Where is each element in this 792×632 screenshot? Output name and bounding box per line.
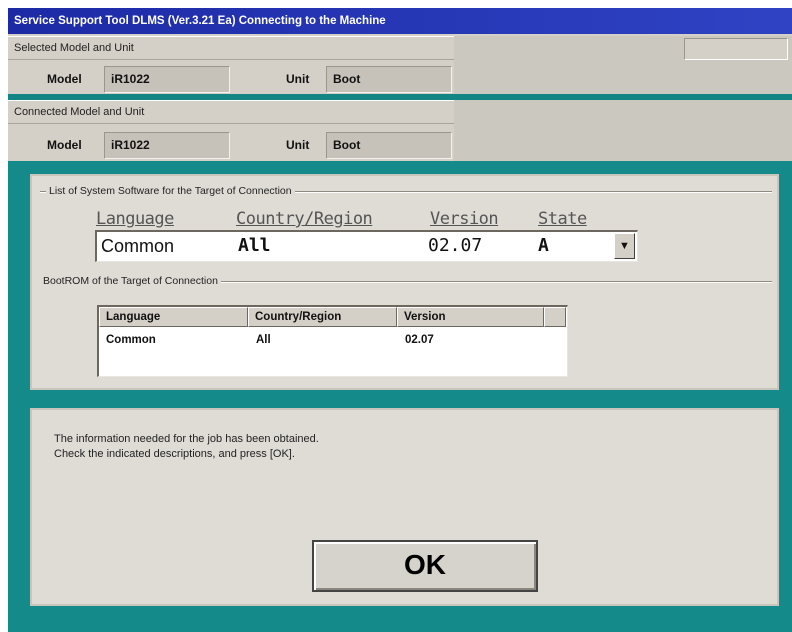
header-state: State [538, 209, 587, 229]
connected-right-pane [454, 100, 792, 161]
header-version: Version [430, 209, 499, 229]
combo-version: 02.07 [428, 235, 483, 256]
status-field [684, 38, 788, 60]
connected-model-field: iR1022 [104, 132, 230, 159]
dropdown-arrow-icon: ▼ [619, 240, 630, 252]
connected-unit-field: Boot [326, 132, 452, 159]
combo-state: A [538, 235, 549, 256]
lv-header-country[interactable]: Country/Region [248, 307, 397, 327]
app-window: Service Support Tool DLMS (Ver.3.21 Ea) … [8, 8, 792, 632]
connected-unit-label: Unit [286, 138, 310, 152]
lv-cell-language: Common [106, 334, 156, 346]
header-country: Country/Region [236, 209, 373, 229]
connected-model-label: Model [47, 138, 82, 152]
system-software-combobox[interactable] [95, 230, 638, 262]
lv-header-language[interactable]: Language [99, 307, 248, 327]
selected-model-label: Model [47, 72, 82, 86]
message-line-1: The information needed for the job has b… [54, 433, 319, 445]
header-language: Language [96, 209, 174, 229]
connected-section-label: Connected Model and Unit [8, 100, 454, 124]
combo-country: All [238, 235, 271, 256]
selected-model-field: iR1022 [104, 66, 230, 93]
title-bar: Service Support Tool DLMS (Ver.3.21 Ea) … [8, 8, 792, 34]
lv-cell-country: All [256, 334, 271, 346]
lv-header-version[interactable]: Version [397, 307, 544, 327]
system-software-group-label: List of System Software for the Target o… [46, 184, 295, 198]
ok-button[interactable]: OK [312, 540, 538, 592]
combo-language: Common [101, 236, 175, 256]
lv-cell-version: 02.07 [405, 334, 434, 346]
selected-unit-label: Unit [286, 72, 310, 86]
dropdown-button[interactable]: ▼ [614, 233, 635, 259]
bootrom-group-label: BootROM of the Target of Connection [40, 274, 221, 288]
selected-unit-field: Boot [326, 66, 452, 93]
lv-header-filler [544, 307, 566, 327]
selected-section-label: Selected Model and Unit [8, 36, 454, 60]
window-title: Service Support Tool DLMS (Ver.3.21 Ea) … [14, 15, 386, 27]
table-row[interactable] [99, 330, 566, 348]
message-line-2: Check the indicated descriptions, and pr… [54, 448, 295, 460]
